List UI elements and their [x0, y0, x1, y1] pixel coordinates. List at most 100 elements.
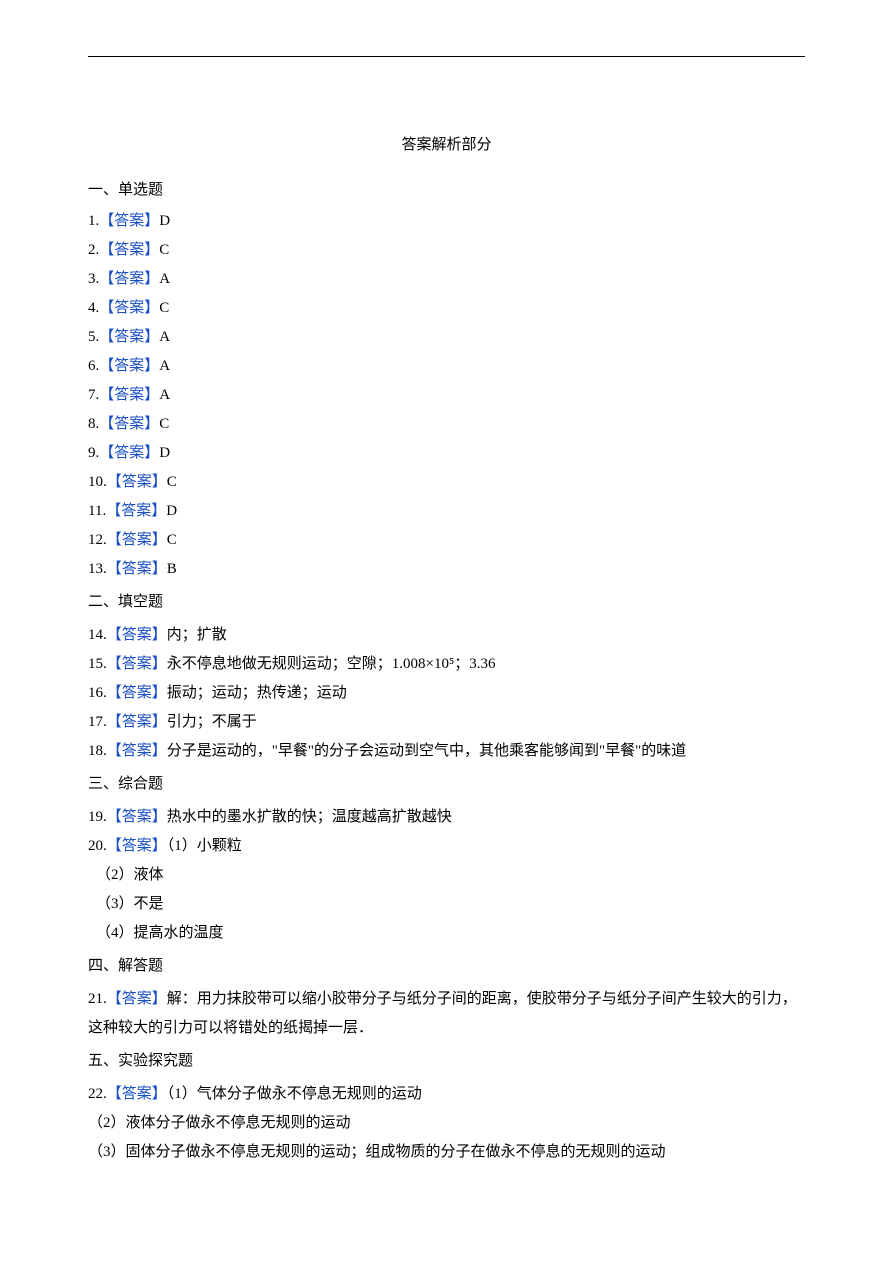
section-3-list: 19.【答案】热水中的墨水扩散的快；温度越高扩散越快 20.【答案】（1）小颗粒…: [88, 803, 805, 948]
answer-line: 6.【答案】A: [88, 352, 805, 381]
answer-tag: 【答案】: [107, 838, 167, 854]
answer-number: 6.: [88, 358, 99, 374]
answer-number: 4.: [88, 300, 99, 316]
answer-value: A: [159, 387, 170, 403]
answer-number: 19.: [88, 809, 107, 825]
answer-value: 解：用力抹胶带可以缩小胶带分子与纸分子间的距离，使胶带分子与纸分子间产生较大的引…: [88, 991, 797, 1036]
answer-tag: 【答案】: [107, 656, 167, 672]
section-5-list: 22.【答案】（1）气体分子做永不停息无规则的运动 （2）液体分子做永不停息无规…: [88, 1080, 805, 1167]
answer-number: 3.: [88, 271, 99, 287]
answer-line: 9.【答案】D: [88, 439, 805, 468]
answer-tag: 【答案】: [107, 627, 167, 643]
answer-value: （1）气体分子做永不停息无规则的运动: [167, 1086, 422, 1102]
answer-number: 7.: [88, 387, 99, 403]
answer-line: 2.【答案】C: [88, 236, 805, 265]
answer-subline: （3）不是: [88, 890, 805, 919]
answer-line: 16.【答案】振动；运动；热传递；运动: [88, 679, 805, 708]
answer-line: 21.【答案】解：用力抹胶带可以缩小胶带分子与纸分子间的距离，使胶带分子与纸分子…: [88, 985, 805, 1043]
answer-line: 8.【答案】C: [88, 410, 805, 439]
answer-value: B: [167, 561, 177, 577]
section-heading-4: 四、解答题: [88, 954, 805, 975]
answer-value: D: [166, 503, 177, 519]
answer-number: 15.: [88, 656, 107, 672]
section-heading-5: 五、实验探究题: [88, 1049, 805, 1070]
answer-line: 4.【答案】C: [88, 294, 805, 323]
answer-tag: 【答案】: [107, 685, 167, 701]
answer-line: 18.【答案】分子是运动的，"早餐"的分子会运动到空气中，其他乘客能够闻到"早餐…: [88, 737, 805, 766]
answer-number: 21.: [88, 991, 107, 1007]
answer-subline: （2）液体: [88, 861, 805, 890]
answer-value: C: [159, 242, 169, 258]
answer-value: A: [159, 271, 170, 287]
answer-tag: 【答案】: [99, 358, 159, 374]
answer-tag: 【答案】: [107, 474, 167, 490]
answer-value: 引力；不属于: [167, 714, 257, 730]
answer-value: 分子是运动的，"早餐"的分子会运动到空气中，其他乘客能够闻到"早餐"的味道: [167, 743, 687, 759]
answer-value: C: [159, 416, 169, 432]
section-heading-1: 一、单选题: [88, 178, 805, 199]
answer-number: 20.: [88, 838, 107, 854]
answer-number: 14.: [88, 627, 107, 643]
answer-line: 12.【答案】C: [88, 526, 805, 555]
page-container: 答案解析部分 一、单选题 1.【答案】D 2.【答案】C 3.【答案】A 4.【…: [0, 0, 893, 1207]
answer-line: 13.【答案】B: [88, 555, 805, 584]
answer-line: 19.【答案】热水中的墨水扩散的快；温度越高扩散越快: [88, 803, 805, 832]
answer-tag: 【答案】: [107, 991, 167, 1007]
answer-value: 内；扩散: [167, 627, 227, 643]
answer-tag: 【答案】: [107, 561, 167, 577]
answer-subline: （3）固体分子做永不停息无规则的运动；组成物质的分子在做永不停息的无规则的运动: [88, 1138, 805, 1167]
section-1-list: 1.【答案】D 2.【答案】C 3.【答案】A 4.【答案】C 5.【答案】A …: [88, 207, 805, 584]
answer-number: 16.: [88, 685, 107, 701]
answer-line: 22.【答案】（1）气体分子做永不停息无规则的运动: [88, 1080, 805, 1109]
answer-number: 1.: [88, 213, 99, 229]
answer-line: 1.【答案】D: [88, 207, 805, 236]
section-heading-2: 二、填空题: [88, 590, 805, 611]
answer-tag: 【答案】: [99, 416, 159, 432]
answer-value: A: [159, 329, 170, 345]
answer-line: 7.【答案】A: [88, 381, 805, 410]
answer-value: C: [167, 532, 177, 548]
answer-tag: 【答案】: [106, 503, 166, 519]
answer-value: D: [159, 445, 170, 461]
answer-tag: 【答案】: [99, 242, 159, 258]
answer-tag: 【答案】: [99, 300, 159, 316]
answer-tag: 【答案】: [99, 271, 159, 287]
answer-tag: 【答案】: [107, 743, 167, 759]
answer-tag: 【答案】: [107, 809, 167, 825]
answer-number: 11.: [88, 503, 106, 519]
answer-value: A: [159, 358, 170, 374]
answer-line: 20.【答案】（1）小颗粒: [88, 832, 805, 861]
answer-number: 12.: [88, 532, 107, 548]
answer-line: 14.【答案】内；扩散: [88, 621, 805, 650]
answer-tag: 【答案】: [99, 445, 159, 461]
answer-number: 8.: [88, 416, 99, 432]
answer-value: 振动；运动；热传递；运动: [167, 685, 347, 701]
answer-number: 22.: [88, 1086, 107, 1102]
answer-line: 17.【答案】引力；不属于: [88, 708, 805, 737]
answer-value: C: [167, 474, 177, 490]
answer-number: 13.: [88, 561, 107, 577]
answer-number: 9.: [88, 445, 99, 461]
answer-number: 17.: [88, 714, 107, 730]
answer-line: 3.【答案】A: [88, 265, 805, 294]
answer-line: 15.【答案】永不停息地做无规则运动；空隙；1.008×10⁵；3.36: [88, 650, 805, 679]
section-heading-3: 三、综合题: [88, 772, 805, 793]
document-title: 答案解析部分: [88, 133, 805, 154]
answer-tag: 【答案】: [99, 213, 159, 229]
answer-line: 5.【答案】A: [88, 323, 805, 352]
answer-value: 热水中的墨水扩散的快；温度越高扩散越快: [167, 809, 452, 825]
answer-line: 10.【答案】C: [88, 468, 805, 497]
answer-tag: 【答案】: [107, 1086, 167, 1102]
answer-number: 2.: [88, 242, 99, 258]
answer-value: C: [159, 300, 169, 316]
answer-tag: 【答案】: [99, 387, 159, 403]
top-horizontal-rule: [88, 56, 805, 57]
answer-tag: 【答案】: [99, 329, 159, 345]
section-4-list: 21.【答案】解：用力抹胶带可以缩小胶带分子与纸分子间的距离，使胶带分子与纸分子…: [88, 985, 805, 1043]
answer-number: 18.: [88, 743, 107, 759]
answer-line: 11.【答案】D: [88, 497, 805, 526]
section-2-list: 14.【答案】内；扩散 15.【答案】永不停息地做无规则运动；空隙；1.008×…: [88, 621, 805, 766]
answer-number: 5.: [88, 329, 99, 345]
answer-subline: （2）液体分子做永不停息无规则的运动: [88, 1109, 805, 1138]
answer-value: D: [159, 213, 170, 229]
